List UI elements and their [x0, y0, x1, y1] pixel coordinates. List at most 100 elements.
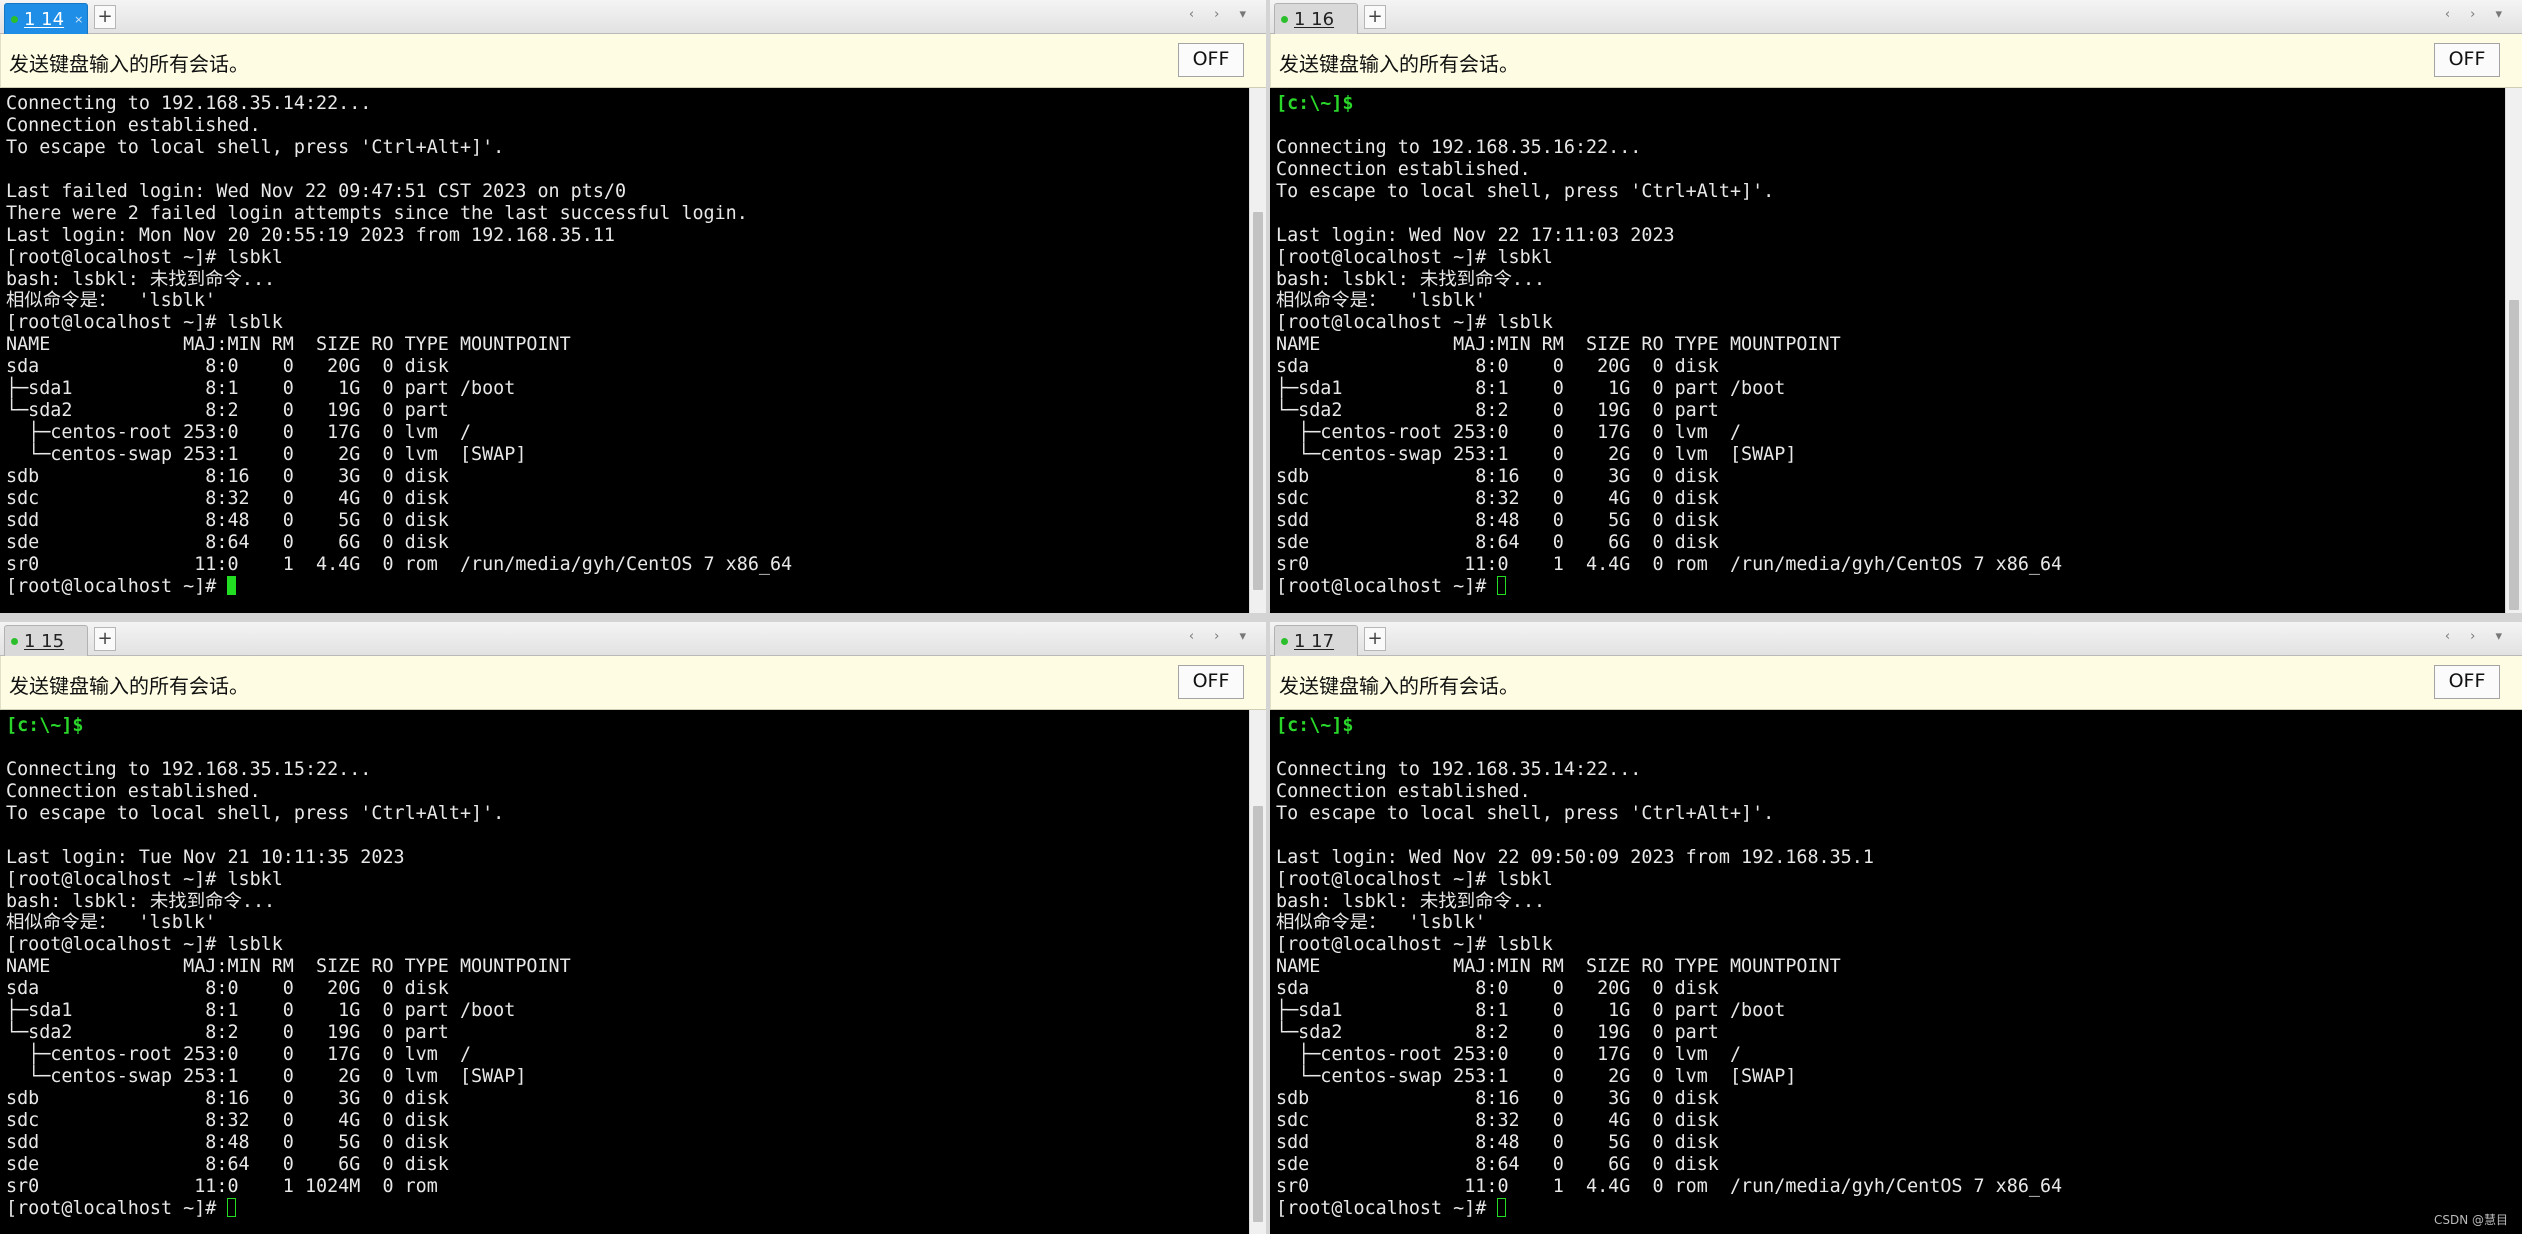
- broadcast-input-bar: 发送键盘输入的所有会话。 OFF: [1270, 34, 2522, 88]
- terminal-line: sdd 8:48 0 5G 0 disk: [1276, 509, 1719, 531]
- terminal-line: [c:\~]$: [6, 715, 84, 736]
- terminal-line: 相似命令是： 'lsblk': [6, 290, 216, 312]
- terminal-line: sda 8:0 0 20G 0 disk: [1276, 356, 1719, 378]
- terminal-line: 相似命令是： 'lsblk': [6, 912, 216, 934]
- terminal-line: sda 8:0 0 20G 0 disk: [6, 356, 449, 378]
- session-tab[interactable]: 1 17: [1274, 625, 1358, 656]
- broadcast-input-bar: 发送键盘输入的所有会话。 OFF: [0, 34, 1266, 88]
- terminal-lines: [c:\~]$ Connecting to 192.168.35.14:22...…: [1276, 715, 2062, 1220]
- tab-bar: 1 14 × + ‹ › ▾: [0, 0, 1266, 34]
- broadcast-label: 发送键盘输入的所有会话。: [1279, 674, 1519, 698]
- session-tab-label: 1 17: [1294, 630, 1335, 652]
- session-tab-label: 1 14: [24, 8, 65, 30]
- terminal-line: sdc 8:32 0 4G 0 disk: [1276, 1109, 1719, 1131]
- terminal-line: ├─centos-root 253:0 0 17G 0 lvm /: [6, 1044, 472, 1066]
- terminal-line: sr0 11:0 1 4.4G 0 rom /run/media/gyh/Cen…: [6, 553, 793, 575]
- session-tab-label: 1 15: [24, 630, 65, 652]
- text-cursor: [1497, 575, 1507, 595]
- terminal-line: NAME MAJ:MIN RM SIZE RO TYPE MOUNTPOINT: [6, 334, 571, 356]
- new-tab-button[interactable]: +: [1364, 627, 1386, 651]
- terminal-line: sdc 8:32 0 4G 0 disk: [6, 487, 449, 509]
- session-tab[interactable]: 1 14 ×: [4, 3, 88, 34]
- terminal-line: ├─centos-root 253:0 0 17G 0 lvm /: [1276, 422, 1742, 444]
- terminal-line: └─sda2 8:2 0 19G 0 part: [6, 400, 449, 422]
- terminal-line: sde 8:64 0 6G 0 disk: [6, 531, 449, 553]
- shell-prompt: [root@localhost ~]#: [6, 1197, 228, 1219]
- tab-navigation-arrows[interactable]: ‹ › ▾: [2445, 629, 2510, 644]
- terminal-line: sdb 8:16 0 3G 0 disk: [6, 465, 449, 487]
- terminal-line: sdb 8:16 0 3G 0 disk: [1276, 465, 1719, 487]
- terminal-line: Connection established.: [6, 114, 261, 136]
- terminal-line: ├─sda1 8:1 0 1G 0 part /boot: [6, 1000, 516, 1022]
- connected-status-icon: [1281, 15, 1288, 23]
- terminal-lines: [c:\~]$ Connecting to 192.168.35.15:22...…: [6, 715, 571, 1220]
- terminal-line: sr0 11:0 1 1024M 0 rom: [6, 1175, 438, 1197]
- terminal-output[interactable]: [c:\~]$ Connecting to 192.168.35.16:22...…: [1270, 88, 2522, 613]
- terminal-line: [c:\~]$: [1276, 93, 1354, 114]
- terminal-line: [root@localhost ~]# lsblk: [1276, 934, 1553, 956]
- terminal-prompt-line: [root@localhost ~]#: [1276, 1197, 2062, 1220]
- tab-navigation-arrows[interactable]: ‹ › ▾: [1189, 7, 1254, 22]
- terminal-line: └─centos-swap 253:1 0 2G 0 lvm [SWAP]: [6, 444, 527, 465]
- tab-navigation-arrows[interactable]: ‹ › ▾: [2445, 7, 2510, 22]
- connected-status-icon: [11, 637, 18, 645]
- tab-bar: 1 17 + ‹ › ▾: [1270, 622, 2522, 656]
- broadcast-off-button[interactable]: OFF: [1178, 665, 1244, 699]
- broadcast-off-button[interactable]: OFF: [2434, 665, 2500, 699]
- vertical-scrollbar[interactable]: [1249, 710, 1266, 1234]
- connected-status-icon: [1281, 637, 1288, 645]
- terminal-line: Connecting to 192.168.35.16:22...: [1276, 136, 1642, 158]
- terminal-line: There were 2 failed login attempts since…: [6, 202, 748, 224]
- scrollbar-thumb[interactable]: [1253, 212, 1263, 590]
- terminal-line: To escape to local shell, press 'Ctrl+Al…: [1276, 802, 1775, 824]
- terminal-line: ├─centos-root 253:0 0 17G 0 lvm /: [1276, 1044, 1742, 1066]
- terminal-line: [root@localhost ~]# lsblk: [6, 312, 283, 334]
- terminal-line: sde 8:64 0 6G 0 disk: [1276, 1153, 1719, 1175]
- broadcast-off-button[interactable]: OFF: [1178, 43, 1244, 77]
- close-tab-icon[interactable]: ×: [74, 13, 83, 26]
- scrollbar-thumb[interactable]: [2509, 300, 2519, 610]
- terminal-line: Last login: Mon Nov 20 20:55:19 2023 fro…: [6, 224, 615, 246]
- terminal-line: ├─sda1 8:1 0 1G 0 part /boot: [6, 378, 516, 400]
- terminal-output[interactable]: Connecting to 192.168.35.14:22... Connect…: [0, 88, 1266, 613]
- vertical-scrollbar[interactable]: [2505, 88, 2522, 613]
- new-tab-button[interactable]: +: [94, 627, 116, 651]
- session-tab[interactable]: 1 16: [1274, 3, 1358, 34]
- text-cursor: [227, 575, 237, 595]
- terminal-line: sdb 8:16 0 3G 0 disk: [6, 1087, 449, 1109]
- text-cursor: [227, 1197, 237, 1217]
- terminal-prompt-line: [root@localhost ~]#: [6, 1197, 571, 1220]
- new-tab-button[interactable]: +: [1364, 5, 1386, 29]
- terminal-line: sde 8:64 0 6G 0 disk: [1276, 531, 1719, 553]
- terminal-output[interactable]: [c:\~]$ Connecting to 192.168.35.14:22...…: [1270, 710, 2522, 1234]
- vertical-scrollbar[interactable]: [1249, 88, 1266, 613]
- terminal-line: 相似命令是： 'lsblk': [1276, 290, 1486, 312]
- scrollbar-thumb[interactable]: [1253, 806, 1263, 1222]
- shell-prompt: [root@localhost ~]#: [1276, 575, 1498, 597]
- shell-prompt: [root@localhost ~]#: [1276, 1197, 1498, 1219]
- broadcast-input-bar: 发送键盘输入的所有会话。 OFF: [0, 656, 1266, 710]
- terminal-line: sdb 8:16 0 3G 0 disk: [1276, 1087, 1719, 1109]
- tab-bar: 1 16 + ‹ › ▾: [1270, 0, 2522, 34]
- session-tab[interactable]: 1 15: [4, 625, 88, 656]
- terminal-line: └─sda2 8:2 0 19G 0 part: [1276, 1022, 1719, 1044]
- terminal-output[interactable]: [c:\~]$ Connecting to 192.168.35.15:22...…: [0, 710, 1266, 1234]
- terminal-line: Last login: Wed Nov 22 17:11:03 2023: [1276, 224, 1675, 246]
- terminal-line: To escape to local shell, press 'Ctrl+Al…: [6, 802, 505, 824]
- terminal-line: └─centos-swap 253:1 0 2G 0 lvm [SWAP]: [1276, 1066, 1797, 1087]
- terminal-line: Connecting to 192.168.35.15:22...: [6, 758, 372, 780]
- terminal-line: bash: lsbkl: 未找到命令...: [1276, 890, 1546, 912]
- new-tab-button[interactable]: +: [94, 5, 116, 29]
- terminal-line: bash: lsbkl: 未找到命令...: [1276, 268, 1546, 290]
- terminal-line: Last login: Wed Nov 22 09:50:09 2023 fro…: [1276, 846, 1874, 868]
- tab-navigation-arrows[interactable]: ‹ › ▾: [1189, 629, 1254, 644]
- terminal-line: [root@localhost ~]# lsblk: [1276, 312, 1553, 334]
- terminal-line: bash: lsbkl: 未找到命令...: [6, 268, 276, 290]
- broadcast-off-button[interactable]: OFF: [2434, 43, 2500, 77]
- terminal-line: ├─sda1 8:1 0 1G 0 part /boot: [1276, 378, 1786, 400]
- session-pane-bottom-left: 1 15 + ‹ › ▾ 发送键盘输入的所有会话。 OFF [c:\~]$ Con…: [0, 622, 1266, 1234]
- terminal-line: [c:\~]$: [1276, 715, 1354, 736]
